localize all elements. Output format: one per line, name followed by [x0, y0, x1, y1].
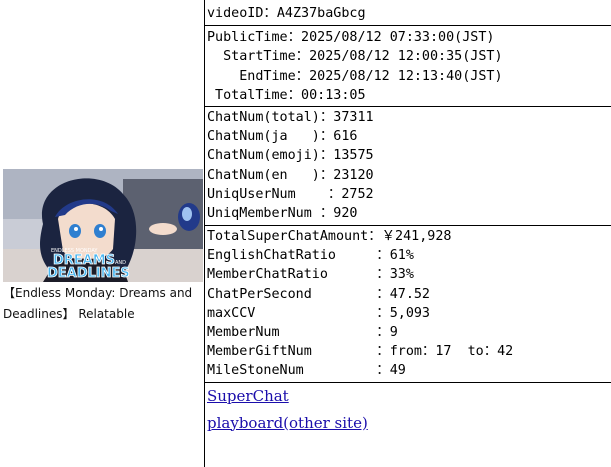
- chat-num-total: ChatNum(total)：37311: [207, 109, 374, 125]
- page-frame: ENDLESS MONDAY DREAMS AND DEADLINES 【End…: [0, 0, 611, 467]
- logo-bottom-text: DEADLINES: [47, 266, 130, 281]
- public-time: PublicTime：2025/08/12 07:33:00(JST): [207, 30, 495, 46]
- video-thumbnail[interactable]: ENDLESS MONDAY DREAMS AND DEADLINES: [3, 169, 203, 282]
- total-time: TotalTime：00:13:05: [207, 87, 366, 103]
- start-time: StartTime：2025/08/12 12:00:35(JST): [207, 49, 503, 65]
- thumbnail-illustration: ENDLESS MONDAY DREAMS AND DEADLINES: [3, 169, 203, 282]
- video-id: videoID：A4Z37baGbcg: [207, 6, 366, 21]
- milestone-num: MileStoneNum ：49: [207, 363, 406, 379]
- member-chat-ratio: MemberChatRatio ：33%: [207, 267, 414, 283]
- end-time: EndTime：2025/08/12 12:13:40(JST): [207, 68, 503, 84]
- english-chat-ratio: EnglishChatRatio ：61%: [207, 248, 414, 264]
- times-section: PublicTime：2025/08/12 07:33:00(JST) Star…: [205, 26, 611, 105]
- stats-section: TotalSuperChatAmount：￥241,928 EnglishCha…: [205, 226, 611, 381]
- member-num: MemberNum ：9: [207, 325, 398, 340]
- links-section: SuperChat playboard(other site): [205, 383, 611, 433]
- chat-num-ja: ChatNum(ja )：616: [207, 129, 358, 145]
- chat-per-second: ChatPerSecond ：47.52: [207, 286, 430, 302]
- chat-section: ChatNum(total)：37311 ChatNum(ja )：616 Ch…: [205, 107, 611, 223]
- left-column: ENDLESS MONDAY DREAMS AND DEADLINES 【End…: [0, 0, 204, 467]
- superchat-link[interactable]: SuperChat: [205, 387, 289, 405]
- uniq-member-num: UniqMemberNum ：920: [207, 205, 358, 221]
- stats-panel: videoID：A4Z37baGbcg PublicTime：2025/08/1…: [205, 0, 611, 433]
- uniq-user-num: UniqUserNum ：2752: [207, 186, 374, 202]
- video-title-caption: 【Endless Monday: Dreams and Deadlines】 R…: [3, 286, 193, 321]
- max-ccv: maxCCV ：5,093: [207, 305, 430, 321]
- chat-num-en: ChatNum(en )：23120: [207, 167, 374, 183]
- member-gift-num: MemberGiftNum ：from：17 to：42: [207, 344, 514, 360]
- video-id-section: videoID：A4Z37baGbcg: [205, 0, 611, 23]
- total-superchat-amount: TotalSuperChatAmount：￥241,928: [207, 229, 452, 245]
- chat-num-emoji: ChatNum(emoji)：13575: [207, 148, 374, 164]
- playboard-link[interactable]: playboard(other site): [205, 414, 368, 432]
